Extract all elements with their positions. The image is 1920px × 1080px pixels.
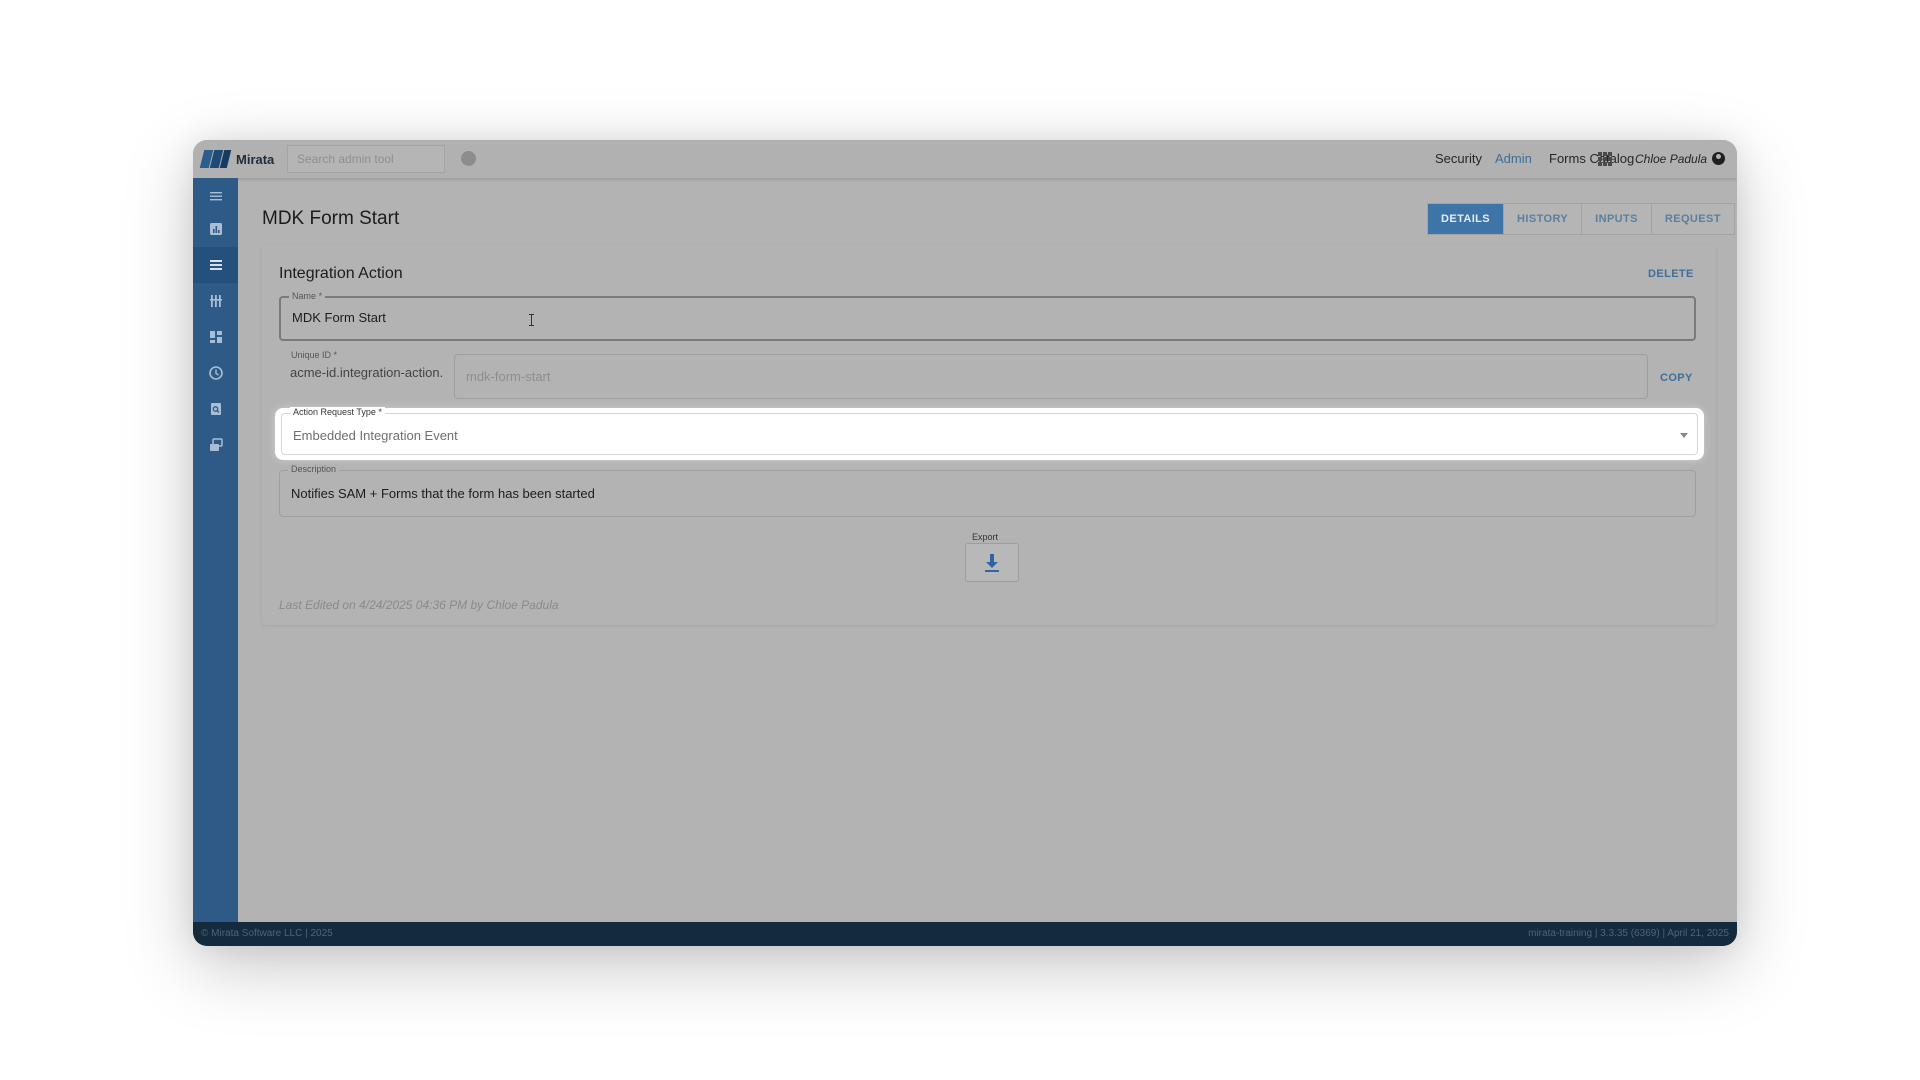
delete-button[interactable]: DELETE [1648, 268, 1694, 280]
copy-button[interactable]: COPY [1660, 372, 1693, 384]
tab-inputs[interactable]: INPUTS [1581, 204, 1651, 234]
page-title: MDK Form Start [262, 208, 400, 229]
download-icon [985, 553, 999, 572]
export-button[interactable] [965, 543, 1019, 582]
footer-copyright: © Mirata Software LLC | 2025 [201, 928, 333, 939]
unique-id-value: mdk-form-start [466, 369, 551, 384]
action-request-type-select[interactable]: Action Request Type * Embedded Integrati… [281, 407, 1698, 455]
tab-bar: DETAILS HISTORY INPUTS REQUEST [1427, 203, 1735, 235]
text-cursor-icon [529, 314, 534, 326]
app-window: Mirata Search admin tool Security Admin … [193, 140, 1737, 946]
chart-icon[interactable] [193, 211, 238, 247]
chevron-down-icon[interactable] [1680, 433, 1688, 438]
name-field[interactable]: Name * MDK Form Start [279, 291, 1696, 341]
last-edited-text: Last Edited on 4/24/2025 04:36 PM by Chl… [279, 598, 559, 612]
name-value: MDK Form Start [292, 310, 386, 325]
user-name[interactable]: Chloe Padula [1635, 140, 1707, 178]
action-request-type-value: Embedded Integration Event [293, 428, 458, 443]
tab-history[interactable]: HISTORY [1503, 204, 1581, 234]
mirata-logo[interactable]: Mirata [199, 149, 275, 169]
logo-mark-icon [199, 150, 232, 168]
tab-details[interactable]: DETAILS [1428, 204, 1504, 234]
description-field[interactable]: Description Notifies SAM + Forms that th… [279, 464, 1696, 517]
menu-icon[interactable] [193, 178, 238, 214]
sliders-icon[interactable] [193, 283, 238, 319]
apps-grid-icon[interactable] [1598, 152, 1612, 166]
action-request-type-label: Action Request Type * [290, 407, 385, 417]
name-label: Name * [289, 291, 326, 301]
list-icon[interactable] [193, 247, 238, 283]
integration-icon[interactable] [193, 427, 238, 463]
tab-request[interactable]: REQUEST [1650, 204, 1734, 234]
nav-security[interactable]: Security [1435, 140, 1482, 178]
unique-id-field[interactable]: mdk-form-start [454, 354, 1648, 399]
description-value: Notifies SAM + Forms that the form has b… [291, 486, 595, 501]
dashboard-icon[interactable] [193, 319, 238, 355]
unique-id-prefix: acme-id.integration-action. [290, 365, 444, 380]
sidebar [193, 178, 238, 922]
footer: © Mirata Software LLC | 2025 mirata-trai… [193, 922, 1737, 946]
account-icon[interactable] [1712, 152, 1725, 165]
document-search-icon[interactable] [193, 391, 238, 427]
clock-icon[interactable] [193, 355, 238, 391]
card-title: Integration Action [279, 265, 403, 282]
logo-text: Mirata [236, 151, 275, 167]
search-input[interactable]: Search admin tool [287, 145, 445, 173]
export-label: Export [972, 532, 999, 542]
description-label: Description [288, 464, 340, 474]
footer-version: mirata-training | 3.3.35 (6369) | April … [1528, 928, 1729, 939]
nav-forms-catalog[interactable]: Forms Catalog [1549, 140, 1634, 178]
unique-id-label: Unique ID * [291, 350, 338, 360]
nav-admin[interactable]: Admin [1495, 140, 1532, 178]
help-icon[interactable] [461, 151, 476, 166]
top-bar: Mirata Search admin tool Security Admin … [193, 140, 1737, 178]
